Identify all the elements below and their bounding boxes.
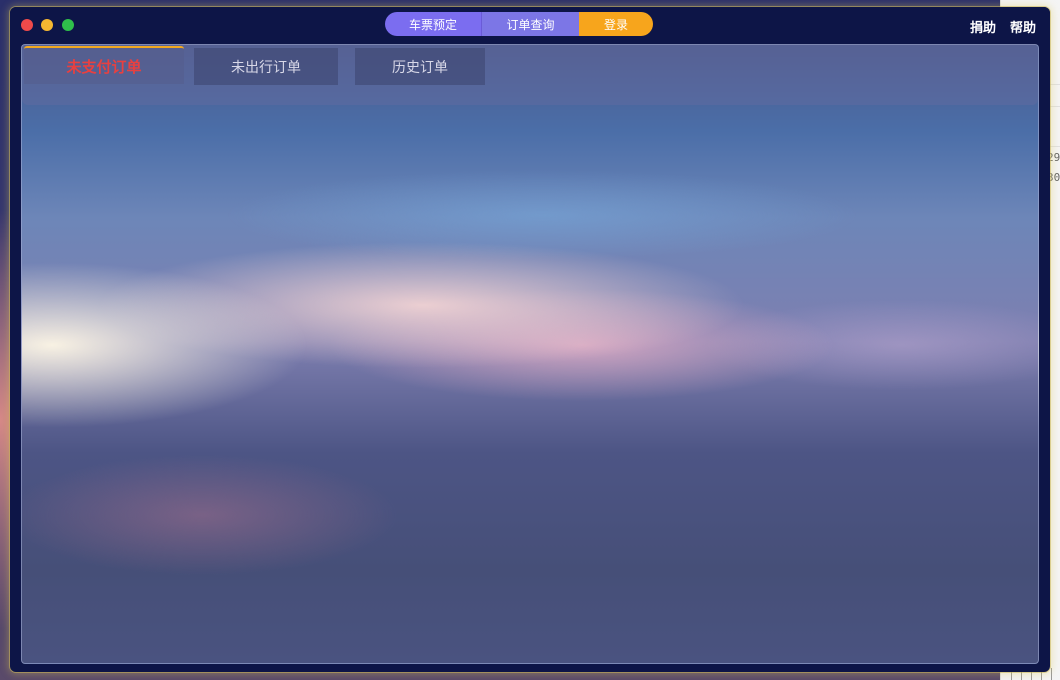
tab-unpaid-orders[interactable]: 未支付订单 [24, 46, 184, 84]
nav-order-query[interactable]: 订单查询 [482, 12, 579, 36]
orders-panel: 未支付订单 未出行订单 历史订单 [21, 44, 1039, 664]
order-tabs: 未支付订单 未出行订单 历史订单 [22, 45, 1038, 105]
maximize-window-button[interactable] [62, 19, 74, 31]
title-bar[interactable]: 车票预定 订单查询 登录 捐助 帮助 [10, 7, 1050, 43]
main-nav: 车票预定 订单查询 登录 [385, 12, 653, 36]
minimize-window-button[interactable] [41, 19, 53, 31]
donate-link[interactable]: 捐助 [970, 17, 996, 36]
tab-upcoming-orders[interactable]: 未出行订单 [194, 48, 338, 85]
nav-ticket-booking[interactable]: 车票预定 [385, 12, 482, 36]
tab-history-orders[interactable]: 历史订单 [355, 48, 485, 85]
app-window: 车票预定 订单查询 登录 捐助 帮助 未支付订单 未出行订单 历史订单 [10, 7, 1050, 672]
close-window-button[interactable] [21, 19, 33, 31]
background-tick [1051, 668, 1052, 680]
header-actions: 捐助 帮助 [970, 17, 1036, 36]
nav-login[interactable]: 登录 [579, 12, 653, 36]
help-link[interactable]: 帮助 [1010, 17, 1036, 36]
